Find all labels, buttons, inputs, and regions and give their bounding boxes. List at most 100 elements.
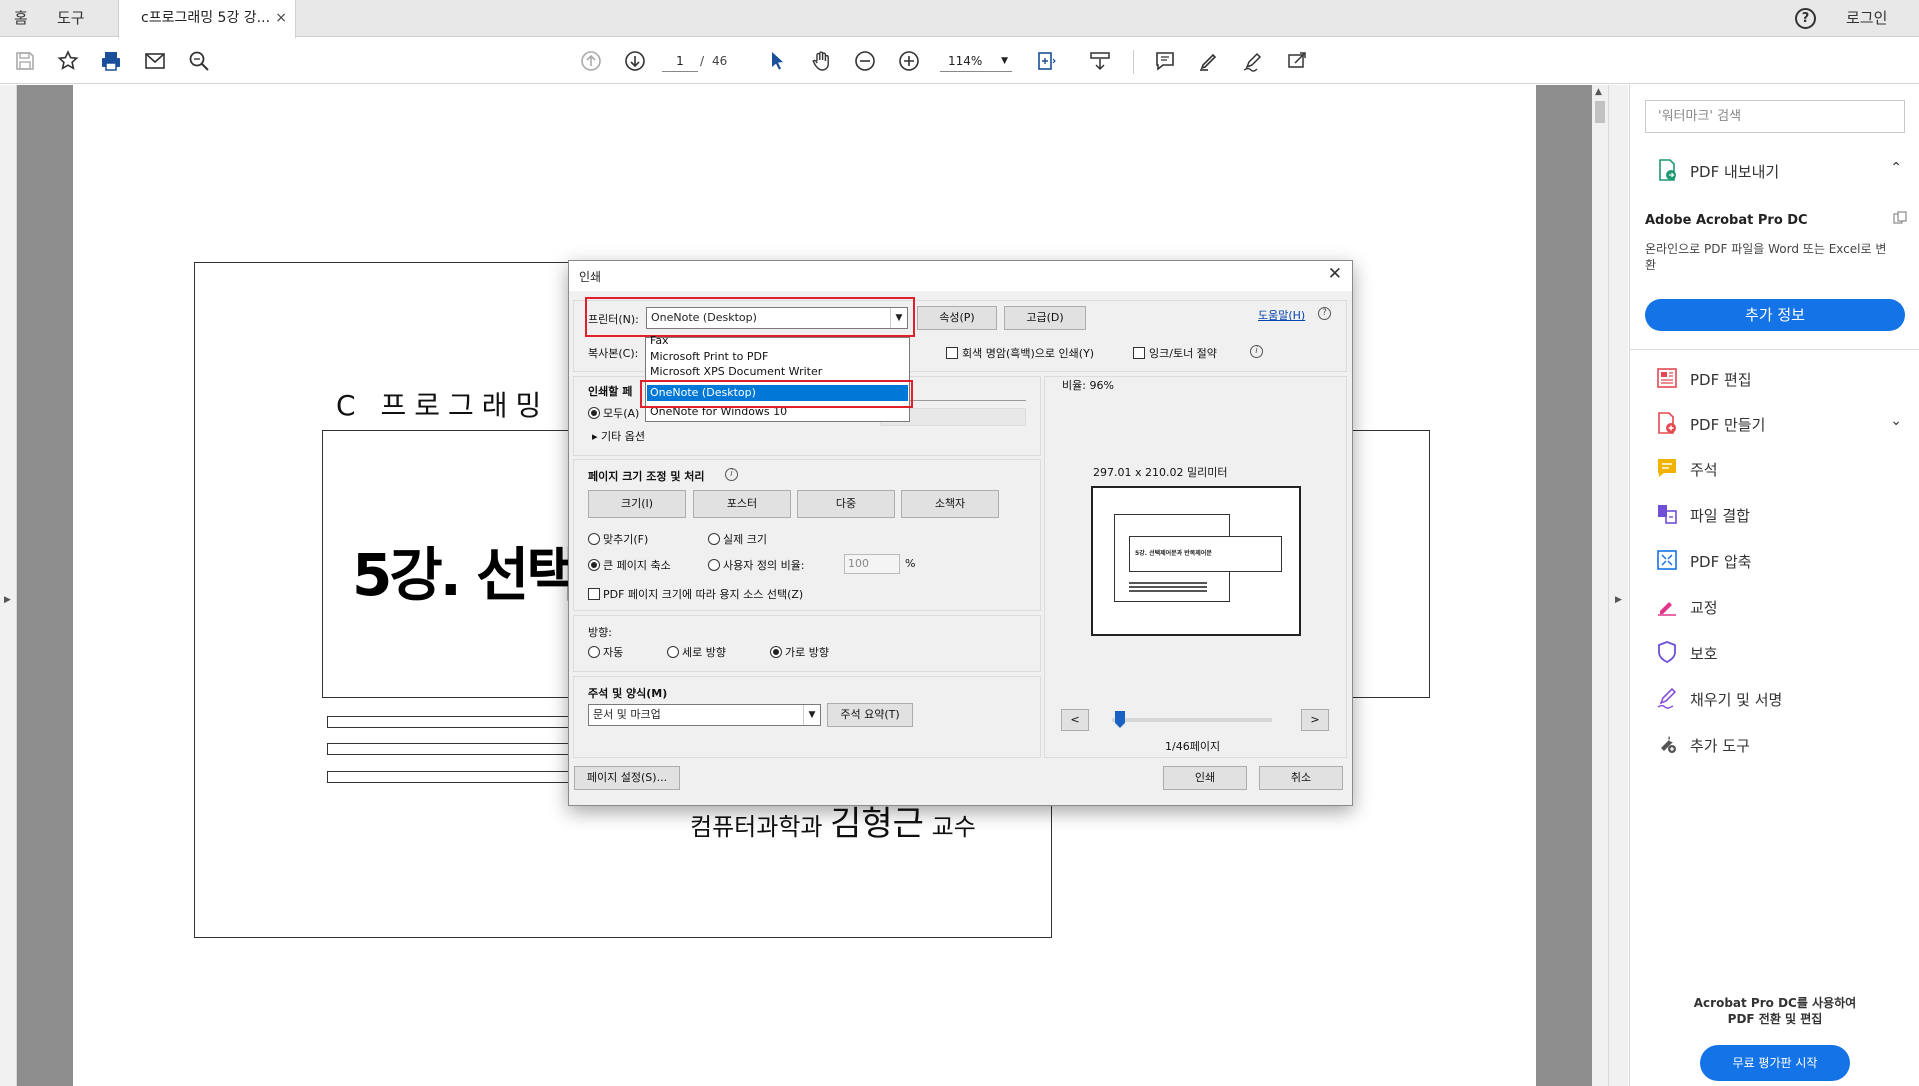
actual-size-radio[interactable] [708, 533, 720, 545]
info-icon[interactable]: i [725, 468, 738, 481]
sidebar-item-combine-files[interactable]: 파일 결합 [1630, 494, 1919, 534]
next-page-icon[interactable] [622, 48, 648, 74]
right-panel-toggle[interactable]: ▶ [1608, 85, 1628, 1086]
sidebar-item-more-tools[interactable]: 추가 도구 [1630, 724, 1919, 764]
cancel-button[interactable]: 취소 [1259, 766, 1343, 790]
sidebar-item-redact[interactable]: 교정 [1630, 586, 1919, 626]
info-icon[interactable]: i [1250, 345, 1263, 358]
landscape-radio[interactable] [770, 646, 782, 658]
paper-source-label: PDF 페이지 크기에 따라 용지 소스 선택(Z) [603, 588, 804, 601]
fit-page-icon[interactable] [1033, 48, 1059, 74]
chevron-up-icon[interactable]: ⌃ [1890, 160, 1902, 176]
custom-scale-radio[interactable] [708, 559, 720, 571]
search-icon[interactable] [186, 48, 212, 74]
sidebar-item-fill-sign[interactable]: 채우기 및 서명 [1630, 678, 1919, 718]
preview-prev-button[interactable]: < [1061, 709, 1089, 731]
copy-link-icon[interactable] [1892, 210, 1908, 226]
page-number-input[interactable]: 1 [662, 50, 698, 72]
sidebar-item-label: 주석 [1690, 461, 1718, 479]
tab-document[interactable]: c프로그래밍 5강 강... × [118, 0, 296, 38]
comments-select[interactable]: 문서 및 마크업 ▼ [588, 704, 821, 726]
preview-line [1129, 590, 1207, 592]
promo-line-2: PDF 전환 및 편집 [1727, 1012, 1823, 1026]
combine-files-icon [1658, 505, 1677, 524]
sign-icon[interactable] [1240, 48, 1266, 74]
shrink-radio[interactable] [588, 559, 600, 571]
tools-sidebar: '워터마크' 검색 PDF 내보내기 ⌃ Adobe Acrobat Pro D… [1629, 85, 1919, 1086]
close-icon[interactable]: ✕ [1328, 264, 1342, 284]
sidebar-item-create-pdf[interactable]: PDF 만들기 ⌄ [1630, 403, 1919, 443]
preview-page-slider[interactable] [1112, 718, 1272, 722]
zoom-out-icon[interactable] [852, 48, 878, 74]
more-info-button[interactable]: 추가 정보 [1645, 299, 1905, 331]
grayscale-checkbox[interactable] [946, 347, 958, 359]
scroll-mode-icon[interactable] [1087, 48, 1113, 74]
sidebar-item-compress-pdf[interactable]: PDF 압축 [1630, 540, 1919, 580]
tab-bar: 홈 도구 c프로그래밍 5강 강... × ? 로그인 [0, 0, 1919, 38]
vertical-scrollbar[interactable]: ▲ [1592, 85, 1608, 1086]
toolbar-divider [1133, 50, 1134, 74]
print-button[interactable]: 인쇄 [1163, 766, 1247, 790]
size-button[interactable]: 크기(I) [588, 490, 686, 518]
paper-size-label: 297.01 x 210.02 밀리미터 [1093, 466, 1228, 479]
help-link[interactable]: 도움말(H) [1258, 307, 1305, 323]
hand-tool-icon[interactable] [808, 48, 834, 74]
export-pdf-row[interactable]: PDF 내보내기 ⌃ [1630, 150, 1919, 190]
advanced-button[interactable]: 고급(D) [1004, 306, 1086, 330]
share-edit-icon[interactable] [1284, 48, 1310, 74]
more-options-label: 기타 옵션 [601, 430, 646, 443]
sidebar-item-comment[interactable]: 주석 [1630, 448, 1919, 488]
paper-source-checkbox[interactable] [588, 588, 600, 600]
auto-orientation-radio[interactable] [588, 646, 600, 658]
more-options-toggle[interactable]: ▸ 기타 옵션 [592, 428, 645, 444]
sidebar-item-label: PDF 압축 [1690, 553, 1752, 571]
booklet-button[interactable]: 소책자 [901, 490, 999, 518]
pages-divider [910, 400, 1026, 401]
zoom-in-icon[interactable] [896, 48, 922, 74]
save-icon[interactable] [12, 48, 38, 74]
printer-option[interactable]: Microsoft XPS Document Writer [650, 365, 822, 378]
sidebar-divider [1630, 349, 1919, 350]
properties-button[interactable]: 속성(P) [917, 306, 997, 330]
scroll-thumb[interactable] [1595, 101, 1605, 123]
close-tab-icon[interactable]: × [275, 0, 287, 37]
comment-icon[interactable] [1152, 48, 1178, 74]
printer-option[interactable]: Fax [650, 334, 669, 347]
summarize-comments-button[interactable]: 주석 요약(T) [827, 703, 913, 727]
chevron-down-icon[interactable]: ⌄ [1890, 413, 1902, 429]
print-icon[interactable] [98, 48, 124, 74]
tab-tools[interactable]: 도구 [57, 0, 85, 37]
expand-left-icon: ▶ [4, 595, 11, 605]
highlight-pen-icon[interactable] [1196, 48, 1222, 74]
sidebar-item-edit-pdf[interactable]: PDF 편집 [1630, 358, 1919, 398]
help-icon[interactable]: ? [1795, 8, 1816, 29]
start-trial-button[interactable]: 무료 평가판 시작 [1700, 1045, 1850, 1081]
scroll-up-icon[interactable]: ▲ [1595, 87, 1602, 97]
print-preview: 5강. 선택제어문과 반복제어문 [1091, 486, 1301, 636]
save-ink-checkbox[interactable] [1133, 347, 1145, 359]
sidebar-item-protect[interactable]: 보호 [1630, 632, 1919, 672]
slide-title: C 프로그래밍 [336, 389, 550, 422]
help-circle-icon[interactable]: ? [1318, 307, 1331, 320]
multiple-button[interactable]: 다중 [797, 490, 895, 518]
previous-page-icon[interactable] [578, 48, 604, 74]
preview-next-button[interactable]: > [1301, 709, 1329, 731]
tab-home[interactable]: 홈 [14, 0, 28, 37]
portrait-radio[interactable] [667, 646, 679, 658]
zoom-level-select[interactable]: 114% ▼ [940, 50, 1012, 72]
email-icon[interactable] [142, 48, 168, 74]
tool-search-input[interactable]: '워터마크' 검색 [1645, 100, 1905, 133]
author-name: 김형근 [830, 804, 924, 844]
select-cursor-icon[interactable] [764, 48, 790, 74]
left-panel-toggle[interactable]: ▶ [0, 85, 17, 1086]
all-pages-radio[interactable] [588, 407, 600, 419]
collapse-right-icon: ▶ [1615, 595, 1622, 605]
page-setup-button[interactable]: 페이지 설정(S)... [574, 766, 680, 790]
printer-option[interactable]: Microsoft Print to PDF [650, 350, 768, 363]
poster-button[interactable]: 포스터 [693, 490, 791, 518]
bookmark-star-icon[interactable] [55, 48, 81, 74]
custom-scale-input[interactable]: 100 [844, 554, 900, 574]
fit-radio[interactable] [588, 533, 600, 545]
pages-section-label: 인쇄할 페 [588, 385, 633, 398]
login-button[interactable]: 로그인 [1846, 0, 1887, 37]
